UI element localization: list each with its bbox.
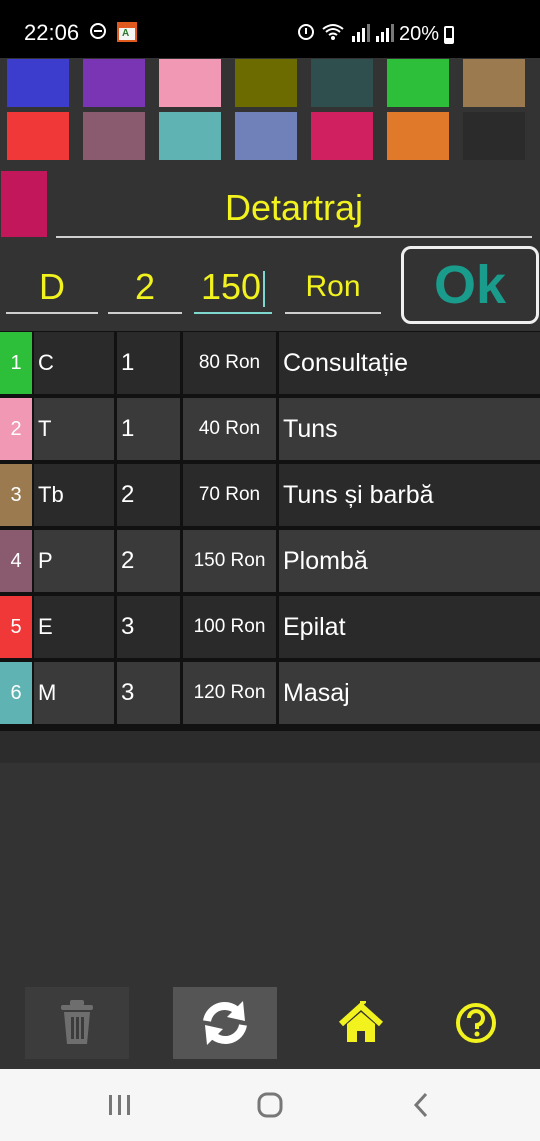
row-name: Epilat [279,596,540,658]
color-swatch[interactable] [7,59,69,107]
help-icon [456,1003,496,1043]
color-swatch[interactable] [7,112,69,160]
recent-apps-icon[interactable] [100,1087,140,1123]
group-value: 2 [134,266,156,307]
row-index: 2 [0,398,32,460]
code-field[interactable]: D [6,262,98,314]
row-code: E [34,596,114,658]
currency-value: Ron [305,270,361,303]
price-field[interactable]: 150 [194,262,272,314]
wifi-icon [322,24,344,40]
color-swatch[interactable] [387,112,449,160]
home-nav-icon[interactable] [250,1087,290,1123]
color-swatch[interactable] [463,112,525,160]
refresh-button[interactable] [173,987,277,1059]
service-name-value: Detartraj [224,187,364,228]
row-group: 2 [117,530,180,592]
price-value: 150 [200,266,262,307]
row-group: 2 [117,464,180,526]
row-price: 40 Ron [183,398,276,460]
row-group: 3 [117,662,180,724]
battery-icon [444,26,454,44]
color-swatch[interactable] [83,112,145,160]
trash-icon [61,1000,93,1044]
row-name: Consultație [279,332,540,394]
do-not-disturb-icon [90,23,106,39]
alarm-icon [298,24,314,40]
color-swatch[interactable] [463,59,525,107]
color-swatch[interactable] [311,112,373,160]
status-bar: 22:06 A 20% [0,0,540,58]
row-price: 150 Ron [183,530,276,592]
row-group: 3 [117,596,180,658]
color-swatch[interactable] [159,59,221,107]
ok-label: Ok [433,255,507,315]
row-name: Plombă [279,530,540,592]
row-group: 1 [117,332,180,394]
row-name: Masaj [279,662,540,724]
row-price: 120 Ron [183,662,276,724]
color-swatch[interactable] [83,59,145,107]
color-swatch[interactable] [235,112,297,160]
row-group: 1 [117,398,180,460]
row-index: 4 [0,530,32,592]
row-code: T [34,398,114,460]
row-index: 5 [0,596,32,658]
row-code: M [34,662,114,724]
row-index: 3 [0,464,32,526]
table-row[interactable]: 6 M 3 120 Ron Masaj [0,661,540,725]
code-value: D [39,266,65,307]
text-cursor [263,271,266,308]
back-icon[interactable] [402,1087,442,1123]
color-swatch[interactable] [387,59,449,107]
battery-level: 20% [399,23,440,45]
help-button[interactable] [423,987,527,1059]
home-button[interactable] [317,987,421,1059]
color-swatch[interactable] [311,59,373,107]
home-icon [338,1001,384,1042]
row-index: 6 [0,662,32,724]
app-notification-icon: A [117,22,137,42]
row-name: Tuns și barbă [279,464,540,526]
table-row[interactable]: 4 P 2 150 Ron Plombă [0,529,540,593]
row-price: 70 Ron [183,464,276,526]
table-row[interactable]: 2 T 1 40 Ron Tuns [0,397,540,461]
status-time: 22:06 [24,20,80,45]
signal-icon [376,24,394,42]
row-code: C [34,332,114,394]
table-row[interactable]: 3 Tb 2 70 Ron Tuns și barbă [0,463,540,527]
signal-icon [352,24,370,42]
row-code: Tb [34,464,114,526]
refresh-icon [203,1001,247,1045]
services-table: 1 C 1 80 Ron Consultație 2 T 1 40 Ron Tu… [0,331,540,731]
system-nav-bar [0,1069,540,1141]
table-row[interactable]: 1 C 1 80 Ron Consultație [0,331,540,395]
color-swatch[interactable] [159,112,221,160]
row-price: 100 Ron [183,596,276,658]
currency-field[interactable]: Ron [285,262,381,314]
selected-color-swatch[interactable] [1,171,47,237]
delete-button[interactable] [25,987,129,1059]
row-index: 1 [0,332,32,394]
row-code: P [34,530,114,592]
table-row[interactable]: 5 E 3 100 Ron Epilat [0,595,540,659]
group-field[interactable]: 2 [108,262,182,314]
color-swatch[interactable] [235,59,297,107]
row-price: 80 Ron [183,332,276,394]
ok-button[interactable]: Ok [401,246,539,324]
table-footer-spacer [0,731,540,763]
service-name-field[interactable]: Detartraj [56,180,532,238]
row-name: Tuns [279,398,540,460]
